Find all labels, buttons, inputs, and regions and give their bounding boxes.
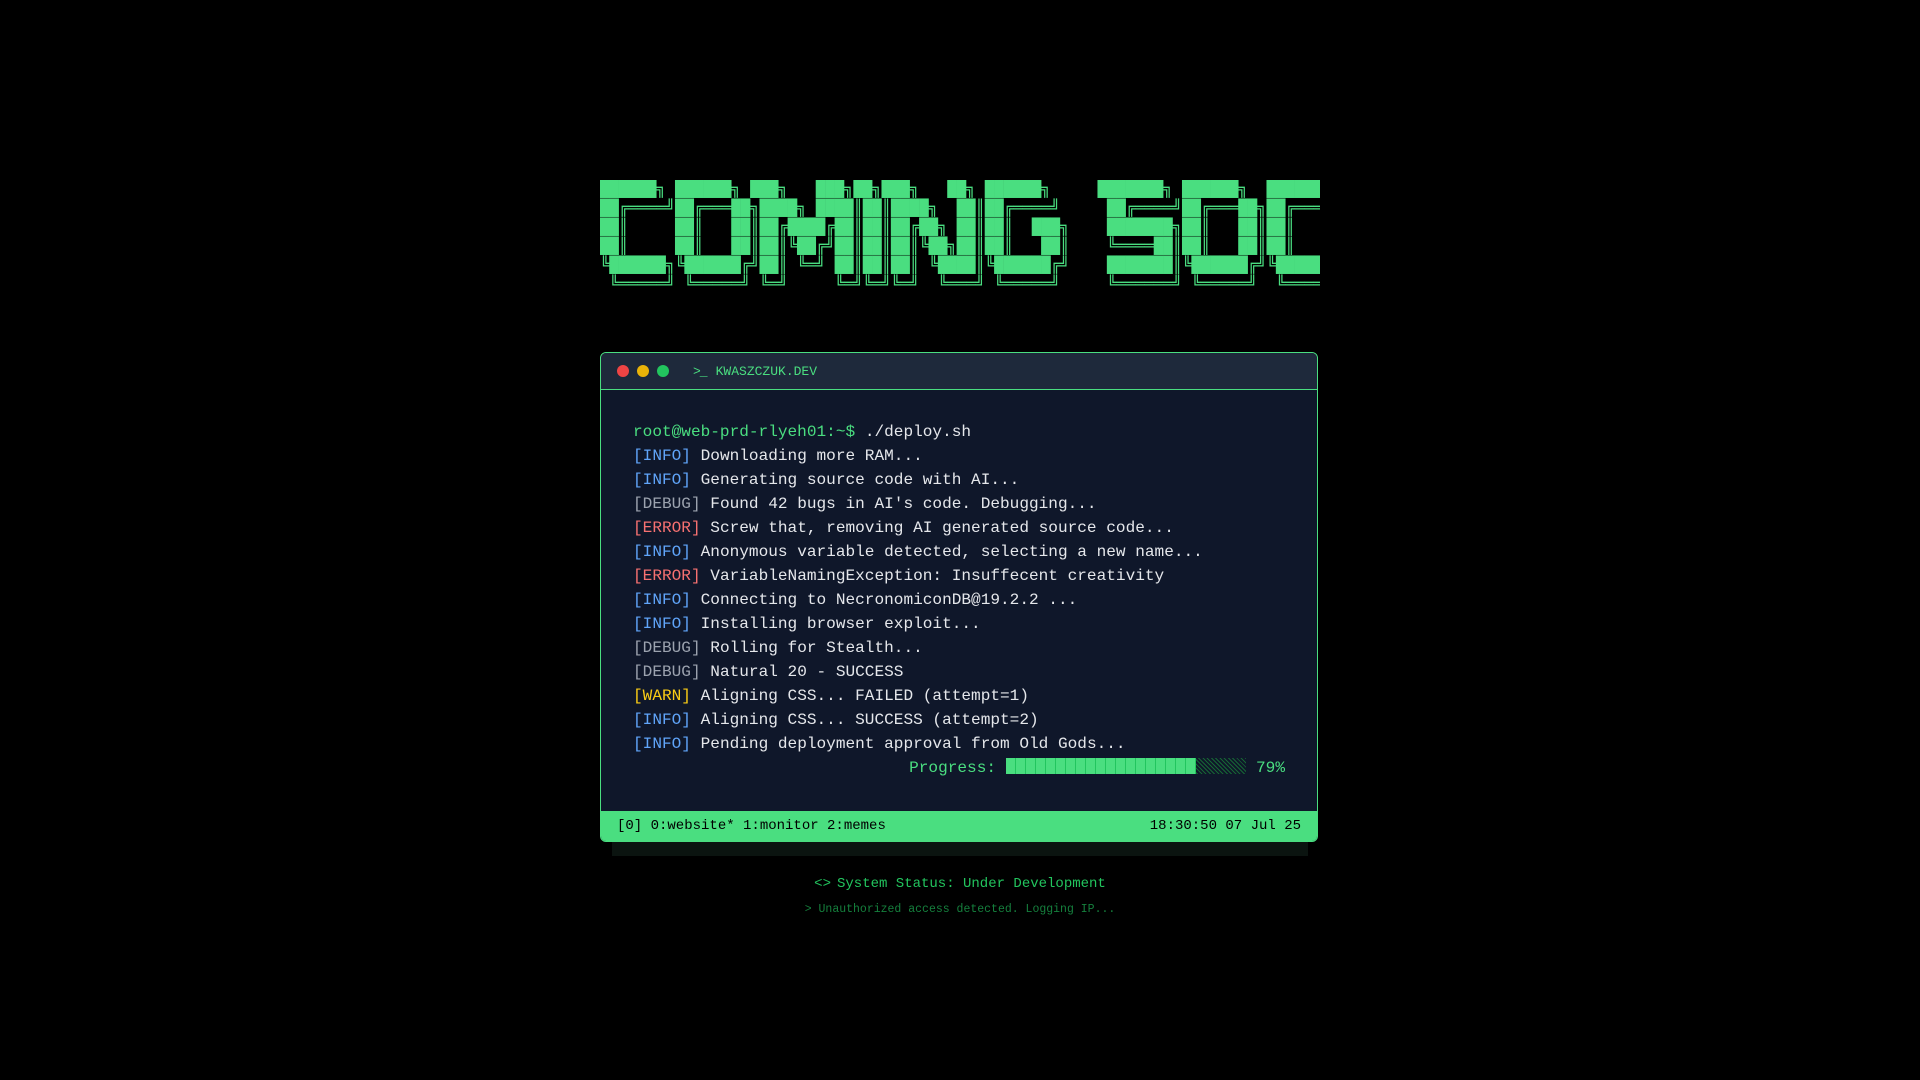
system-status-text: System Status: Under Development [836, 876, 1106, 892]
progress-line: Progress: 79% [633, 756, 1285, 780]
log-level-tag: [INFO] [633, 591, 691, 609]
log-line: [DEBUG] Natural 20 - SUCCESS [633, 660, 1285, 684]
log-message: Installing browser exploit... [700, 615, 981, 633]
log-message: VariableNamingException: Insuffecent cre… [710, 567, 1165, 585]
log-level-tag: [INFO] [633, 447, 691, 465]
maximize-window-button[interactable] [657, 365, 669, 377]
log-message: Natural 20 - SUCCESS [710, 663, 904, 681]
log-level-tag: [INFO] [633, 735, 691, 753]
window-title-text: KWASZCZUK.DEV [715, 363, 818, 379]
progress-label: Progress: [909, 759, 997, 777]
log-level-tag: [ERROR] [633, 519, 701, 537]
log-message: Screw that, removing AI generated source… [710, 519, 1174, 537]
log-level-tag: [DEBUG] [633, 639, 701, 657]
log-line: [ERROR] VariableNamingException: Insuffe… [633, 564, 1285, 588]
tmux-statusbar: [0] 0:website* 1:monitor 2:memes 18:30:5… [601, 811, 1317, 841]
log-line: [INFO] Connecting to NecronomiconDB@19.2… [633, 588, 1285, 612]
log-level-tag: [INFO] [633, 471, 691, 489]
command-line: root@web-prd-rlyeh01:~$ ./deploy.sh [633, 420, 1285, 444]
log-level-tag: [ERROR] [633, 567, 701, 585]
log-level-tag: [DEBUG] [633, 663, 701, 681]
shell-command: ./deploy.sh [864, 423, 972, 441]
terminal-output: root@web-prd-rlyeh01:~$ ./deploy.sh [INF… [601, 390, 1317, 780]
log-message: Aligning CSS... FAILED (attempt=1) [700, 687, 1029, 705]
system-status: <> System Status: Under Development [0, 876, 1920, 892]
log-level-tag: [INFO] [633, 615, 691, 633]
log-line: [INFO] Pending deployment approval from … [633, 732, 1285, 756]
tmux-window-list[interactable]: [0] 0:website* 1:monitor 2:memes [617, 818, 886, 834]
log-message: Pending deployment approval from Old God… [700, 735, 1126, 753]
close-window-button[interactable] [617, 365, 629, 377]
tmux-clock: 18:30:50 07 Jul 25 [1149, 818, 1301, 834]
log-message: Anonymous variable detected, selecting a… [700, 543, 1203, 561]
shell-prompt: root@web-prd-rlyeh01:~$ [633, 423, 856, 441]
log-message: Connecting to NecronomiconDB@19.2.2 ... [700, 591, 1078, 609]
terminal-titlebar: >_ KWASZCZUK.DEV [601, 353, 1317, 390]
window-title: >_ KWASZCZUK.DEV [693, 364, 817, 379]
log-line: [INFO] Aligning CSS... SUCCESS (attempt=… [633, 708, 1285, 732]
log-line: [INFO] Generating source code with AI... [633, 468, 1285, 492]
log-level-tag: [DEBUG] [633, 495, 701, 513]
terminal-shadow [612, 842, 1308, 856]
ascii-banner: ██████╗ ██████╗ ███╗ ███╗██╗███╗ ██╗ ███… [600, 180, 1320, 293]
log-level-tag: [WARN] [633, 687, 691, 705]
log-message: Generating source code with AI... [700, 471, 1020, 489]
log-line: [INFO] Anonymous variable detected, sele… [633, 540, 1285, 564]
log-line: [INFO] Downloading more RAM... [633, 444, 1285, 468]
log-message: Downloading more RAM... [700, 447, 923, 465]
log-lines: [INFO] Downloading more RAM... [INFO] Gen… [633, 444, 1285, 756]
log-message: Found 42 bugs in AI's code. Debugging... [710, 495, 1097, 513]
log-line: [DEBUG] Found 42 bugs in AI's code. Debu… [633, 492, 1285, 516]
log-message: Aligning CSS... SUCCESS (attempt=2) [700, 711, 1039, 729]
minimize-window-button[interactable] [637, 365, 649, 377]
progress-percent: 79% [1256, 759, 1285, 777]
log-level-tag: [INFO] [633, 543, 691, 561]
log-line: [ERROR] Screw that, removing AI generate… [633, 516, 1285, 540]
terminal-prompt-icon: >_ [693, 363, 708, 379]
log-line: [WARN] Aligning CSS... FAILED (attempt=1… [633, 684, 1285, 708]
progress-bar-fill [1006, 758, 1196, 774]
unauthorized-warning: > Unauthorized access detected. Logging … [804, 903, 1116, 916]
code-icon: <> [814, 876, 831, 892]
log-line: [INFO] Installing browser exploit... [633, 612, 1285, 636]
page: ██████╗ ██████╗ ███╗ ███╗██╗███╗ ██╗ ███… [0, 0, 1920, 1080]
log-message: Rolling for Stealth... [710, 639, 923, 657]
log-level-tag: [INFO] [633, 711, 691, 729]
terminal-window: >_ KWASZCZUK.DEV root@web-prd-rlyeh01:~$… [600, 352, 1318, 842]
log-line: [DEBUG] Rolling for Stealth... [633, 636, 1285, 660]
progress-bar [1006, 758, 1247, 774]
